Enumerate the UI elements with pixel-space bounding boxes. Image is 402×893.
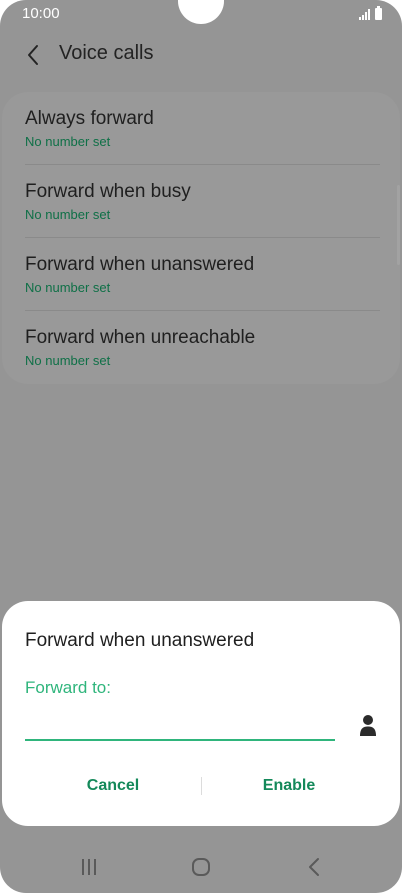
forward-dialog: Forward when unanswered Forward to: Canc… [2,601,400,826]
settings-item-always-forward[interactable]: Always forward No number set [2,92,400,165]
dialog-actions: Cancel Enable [2,771,400,801]
settings-card: Always forward No number set Forward whe… [2,92,400,384]
settings-item-forward-when-busy[interactable]: Forward when busy No number set [2,165,400,238]
settings-item-title: Forward when unanswered [25,254,255,275]
settings-item-subtitle: No number set [25,207,111,222]
dialog-title: Forward when unanswered [25,630,255,651]
forward-to-label: Forward to: [25,678,111,697]
home-icon [192,857,210,876]
phone-screen: 10:00 Voice calls Always forward No numb… [0,0,402,893]
signal-icon [359,8,370,20]
recents-icon [82,858,96,875]
battery-icon [375,6,382,20]
back-icon [309,857,319,876]
person-icon [360,715,376,736]
status-bar: 10:00 [0,0,402,26]
settings-item-title: Forward when busy [25,181,191,202]
back-button[interactable] [18,40,48,70]
settings-item-title: Forward when unreachable [25,327,256,348]
navigation-bar [0,840,402,893]
settings-item-subtitle: No number set [25,134,111,149]
page-title: Voice calls [59,42,154,64]
settings-item-title: Always forward [25,108,154,129]
settings-item-forward-when-unreachable[interactable]: Forward when unreachable No number set [2,311,400,384]
camera-notch [178,0,224,24]
settings-item-subtitle: No number set [25,353,111,368]
status-icons [359,6,382,20]
settings-item-forward-when-unanswered[interactable]: Forward when unanswered No number set [2,238,400,311]
cancel-button[interactable]: Cancel [14,771,212,801]
settings-item-subtitle: No number set [25,280,111,295]
contacts-button[interactable] [356,712,380,738]
recents-button[interactable] [59,840,119,893]
scrollbar[interactable] [397,185,400,265]
status-time: 10:00 [22,5,60,22]
enable-button[interactable]: Enable [190,771,388,801]
chevron-left-icon [28,45,38,65]
forward-number-input[interactable] [25,711,335,741]
home-button[interactable] [171,840,231,893]
nav-back-button[interactable] [284,840,344,893]
app-header: Voice calls [0,30,402,80]
